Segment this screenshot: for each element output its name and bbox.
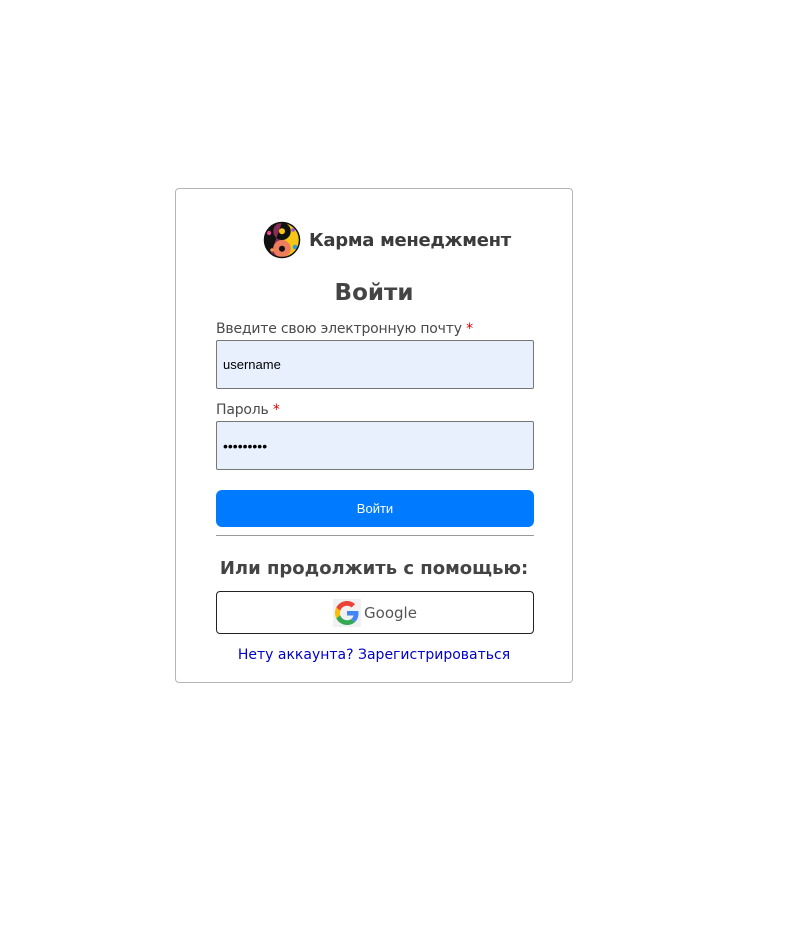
password-label-text: Пароль — [216, 402, 269, 418]
alternative-login-heading: Или продолжить с помощью: — [219, 558, 529, 579]
password-required-mark: * — [272, 402, 280, 418]
login-button[interactable]: Войти — [216, 490, 534, 527]
password-label: Пароль * — [216, 402, 280, 418]
google-g-icon — [333, 598, 362, 627]
page-title: Войти — [334, 280, 414, 306]
email-required-mark: * — [466, 321, 473, 337]
login-card: Карма менеджмент Войти Введите свою элек… — [175, 188, 573, 683]
email-label: Введите свою электронную почту * — [216, 321, 473, 337]
email-field[interactable] — [216, 340, 534, 389]
password-field[interactable] — [216, 421, 534, 470]
brand-header: Карма менеджмент — [262, 221, 511, 259]
brand-name: Карма менеджмент — [309, 229, 511, 251]
google-login-button[interactable]: Google — [216, 591, 534, 634]
email-label-text: Введите свою электронную почту — [216, 321, 462, 337]
register-link[interactable]: Нету аккаунта? Зарегистрироваться — [176, 647, 572, 663]
google-login-label: Google — [364, 603, 417, 622]
divider — [216, 535, 534, 536]
yin-yang-logo-icon — [263, 221, 301, 259]
